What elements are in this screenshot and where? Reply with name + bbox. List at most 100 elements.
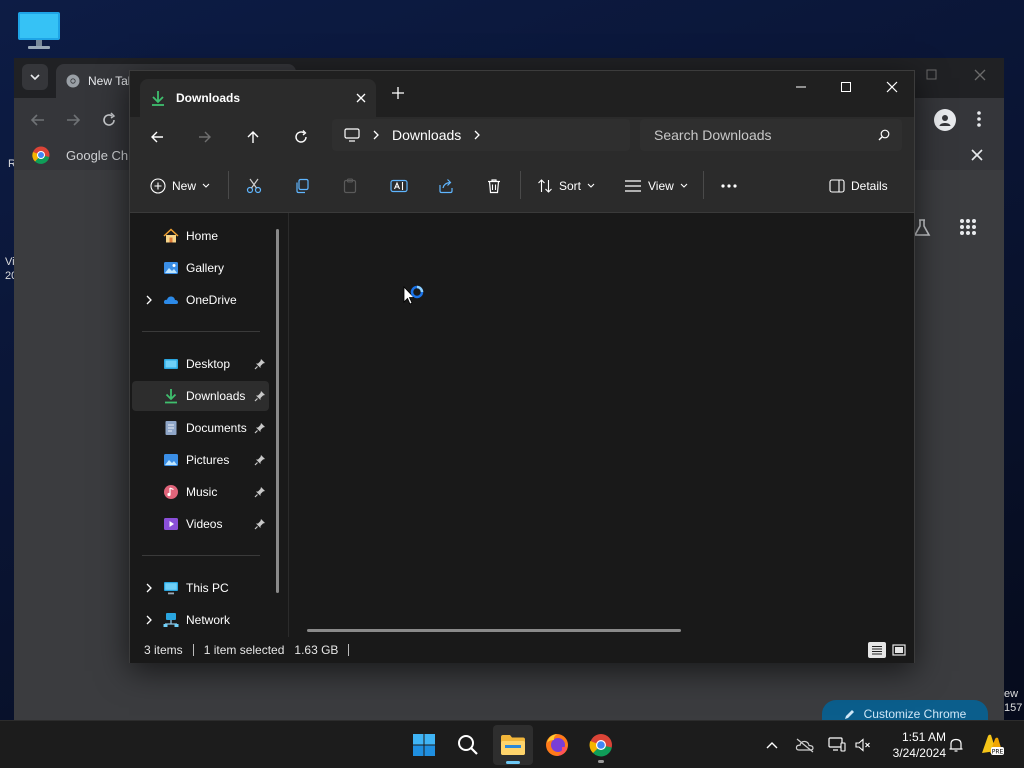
file-list-area[interactable] bbox=[288, 213, 914, 637]
sidebar-item-videos[interactable]: Videos bbox=[132, 509, 269, 539]
sidebar-item-this-pc[interactable]: This PC bbox=[132, 573, 269, 603]
back-arrow-icon bbox=[150, 130, 164, 144]
taskbar-file-explorer[interactable] bbox=[493, 725, 533, 765]
tiles-view-icon bbox=[892, 644, 906, 656]
breadcrumb-downloads[interactable]: Downloads bbox=[392, 127, 461, 143]
new-button[interactable]: New bbox=[150, 171, 210, 201]
selection-info: 1 item selected bbox=[203, 643, 285, 657]
pin-icon[interactable] bbox=[254, 358, 266, 370]
view-button[interactable]: View bbox=[624, 171, 688, 201]
labs-flask-icon[interactable] bbox=[912, 218, 932, 238]
chrome-close-icon[interactable] bbox=[974, 69, 986, 81]
sidebar-item-downloads[interactable]: Downloads bbox=[132, 381, 269, 411]
back-button[interactable] bbox=[141, 121, 173, 153]
up-button[interactable] bbox=[237, 121, 269, 153]
taskbar-clock[interactable]: 1:51 AM 3/24/2024 bbox=[880, 729, 946, 761]
taskbar-chrome[interactable] bbox=[581, 725, 621, 765]
chrome-logo-icon bbox=[66, 74, 80, 88]
sidebar-item-label: Music bbox=[186, 485, 218, 499]
network-tray-icon[interactable] bbox=[825, 733, 849, 757]
more-options-button[interactable] bbox=[720, 171, 738, 201]
chrome-tab-label: New Tab bbox=[88, 74, 135, 88]
google-chrome-logo-icon bbox=[32, 146, 50, 164]
tiles-view-toggle[interactable] bbox=[891, 642, 907, 658]
maximize-button[interactable] bbox=[823, 71, 869, 103]
clipboard-icon bbox=[342, 178, 358, 194]
delete-button[interactable] bbox=[486, 171, 502, 201]
svg-text:PRE: PRE bbox=[992, 749, 1004, 756]
horizontal-scrollbar[interactable] bbox=[307, 629, 681, 632]
sidebar-item-network[interactable]: Network bbox=[132, 605, 269, 635]
chrome-bar-close-icon[interactable] bbox=[970, 148, 984, 162]
details-button[interactable]: Details bbox=[829, 171, 888, 201]
pin-icon[interactable] bbox=[254, 486, 266, 498]
start-icon bbox=[412, 733, 436, 757]
minimize-button[interactable] bbox=[778, 71, 824, 103]
taskbar-firefox[interactable] bbox=[537, 725, 577, 765]
share-button[interactable] bbox=[438, 171, 454, 201]
start-button[interactable] bbox=[404, 725, 444, 765]
sidebar-item-label: Gallery bbox=[186, 261, 225, 275]
cut-button[interactable] bbox=[246, 171, 262, 201]
active-indicator bbox=[506, 761, 520, 764]
selection-size: 1.63 GB bbox=[294, 643, 339, 657]
chrome-reload-icon[interactable] bbox=[101, 112, 117, 128]
chevron-right-icon[interactable] bbox=[372, 130, 380, 140]
view-label: View bbox=[648, 179, 674, 193]
chevron-right-icon[interactable] bbox=[144, 583, 154, 593]
new-tab-plus-icon[interactable] bbox=[392, 87, 404, 99]
copy-button[interactable] bbox=[294, 171, 310, 201]
view-list-icon bbox=[624, 179, 642, 193]
refresh-button[interactable] bbox=[285, 121, 317, 153]
desktop-this-pc-icon[interactable] bbox=[16, 10, 62, 52]
sidebar-item-gallery[interactable]: Gallery bbox=[132, 253, 269, 283]
show-hidden-icons-button[interactable] bbox=[760, 733, 784, 757]
apps-grid-icon[interactable] bbox=[959, 218, 977, 236]
chrome-back-icon[interactable] bbox=[30, 112, 46, 128]
pin-icon[interactable] bbox=[254, 390, 266, 402]
explorer-tab-downloads[interactable]: Downloads bbox=[140, 79, 376, 117]
tab-search-button[interactable] bbox=[22, 64, 48, 90]
sidebar-item-home[interactable]: Home bbox=[132, 221, 269, 251]
notifications-bell-icon[interactable] bbox=[944, 733, 968, 757]
rename-button[interactable] bbox=[390, 171, 408, 201]
search-icon bbox=[878, 129, 890, 141]
search-input[interactable]: Search Downloads bbox=[640, 119, 902, 151]
sort-button[interactable]: Sort bbox=[537, 171, 595, 201]
file-explorer-icon bbox=[500, 734, 526, 756]
onedrive-tray-icon[interactable] bbox=[793, 733, 817, 757]
chrome-maximize-icon[interactable] bbox=[926, 69, 938, 81]
taskbar-search-button[interactable] bbox=[448, 725, 488, 765]
sidebar-item-label: OneDrive bbox=[186, 293, 237, 307]
address-bar[interactable]: Downloads bbox=[332, 119, 630, 151]
tab-close-icon[interactable] bbox=[356, 93, 366, 103]
sidebar-item-desktop[interactable]: Desktop bbox=[132, 349, 269, 379]
sidebar-item-pictures[interactable]: Pictures bbox=[132, 445, 269, 475]
search-icon bbox=[457, 734, 479, 756]
command-separator bbox=[520, 171, 521, 199]
pin-icon[interactable] bbox=[254, 422, 266, 434]
close-button[interactable] bbox=[869, 71, 915, 103]
sidebar-item-label: Downloads bbox=[186, 389, 246, 403]
chevron-right-icon[interactable] bbox=[144, 295, 154, 305]
volume-muted-icon[interactable] bbox=[851, 733, 875, 757]
pin-icon[interactable] bbox=[254, 518, 266, 530]
chevron-right-icon[interactable] bbox=[144, 615, 154, 625]
paste-button[interactable] bbox=[342, 171, 358, 201]
onedrive-icon bbox=[163, 292, 179, 308]
sidebar-item-onedrive[interactable]: OneDrive bbox=[132, 285, 269, 315]
sidebar-item-documents[interactable]: Documents bbox=[132, 413, 269, 443]
chrome-icon bbox=[589, 733, 613, 757]
pin-icon[interactable] bbox=[254, 454, 266, 466]
status-separator bbox=[192, 644, 194, 656]
sidebar-item-music[interactable]: Music bbox=[132, 477, 269, 507]
sidebar-scrollbar[interactable] bbox=[276, 229, 279, 593]
forward-button[interactable] bbox=[189, 121, 221, 153]
copilot-pre-icon[interactable]: PRE bbox=[978, 733, 1006, 757]
chrome-forward-icon[interactable] bbox=[65, 112, 81, 128]
details-view-toggle[interactable] bbox=[868, 642, 886, 658]
chevron-right-icon[interactable] bbox=[473, 130, 481, 140]
this-pc-icon bbox=[163, 580, 179, 596]
chrome-menu-icon[interactable] bbox=[976, 110, 982, 128]
chrome-profile-icon[interactable] bbox=[934, 109, 956, 131]
